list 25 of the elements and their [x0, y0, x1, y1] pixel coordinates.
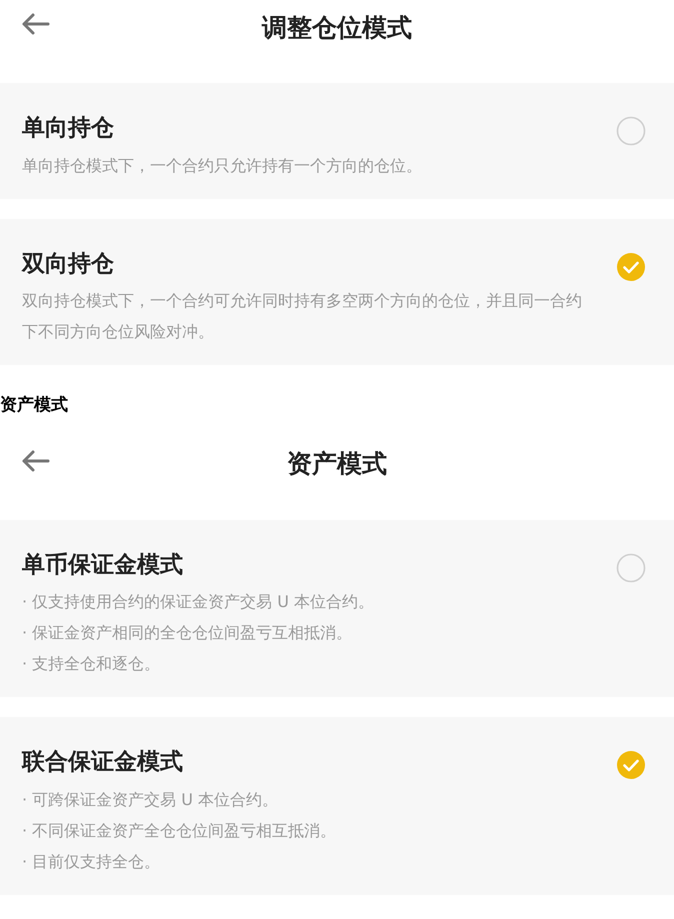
option-description: 双向持仓模式下，一个合约可允许同时持有多空两个方向的仓位，并且同一合约下不同方向仓位风险对冲。: [22, 290, 583, 343]
option-description: · 支持全仓和逐仓。: [22, 653, 162, 675]
page-title: 调整仓位模式: [262, 12, 412, 44]
back-arrow-icon[interactable]: [20, 448, 50, 472]
radio-icon[interactable]: [616, 552, 646, 582]
option-title: 单向持仓: [22, 114, 115, 143]
page-title: 资产模式: [287, 448, 387, 480]
option-description: · 可跨保证金资产交易 U 本位合约。: [22, 788, 280, 810]
option-description: 单向持仓模式下，一个合约只允许持有一个方向的仓位。: [22, 154, 423, 176]
option-card[interactable]: 单币保证金模式 · 仅支持使用合约的保证金资产交易 U 本位合约。 · 保证金资产相同的全仓仓位间盈亏互相抵消。 · 支持全仓和逐仓。: [0, 520, 674, 697]
option-card[interactable]: 联合保证金模式 · 可跨保证金资产交易 U 本位合约。 · 不同保证金资产全仓仓位间盈亏相互抵消。 · 目前仅支持全仓。: [0, 717, 674, 894]
option-description: · 不同保证金资产全仓仓位间盈亏相互抵消。: [22, 820, 338, 842]
option-card[interactable]: 单向持仓 单向持仓模式下，一个合约只允许持有一个方向的仓位。: [0, 83, 674, 198]
checked-radio-icon[interactable]: [616, 750, 646, 780]
back-arrow-icon[interactable]: [20, 12, 50, 36]
option-card[interactable]: 双向持仓 双向持仓模式下，一个合约可允许同时持有多空两个方向的仓位，并且同一合约下不同方向仓位风险对冲。: [0, 218, 674, 365]
section-label: 资产模式: [0, 394, 69, 417]
checked-radio-icon[interactable]: [616, 252, 646, 282]
option-description: · 仅支持使用合约的保证金资产交易 U 本位合约。: [22, 591, 376, 613]
option-title: 联合保证金模式: [22, 748, 184, 777]
option-description: · 目前仅支持全仓。: [22, 850, 162, 872]
option-title: 单币保证金模式: [22, 550, 184, 580]
radio-icon[interactable]: [616, 116, 646, 146]
option-description: · 保证金资产相同的全仓仓位间盈亏互相抵消。: [22, 622, 354, 644]
option-title: 双向持仓: [22, 250, 115, 278]
